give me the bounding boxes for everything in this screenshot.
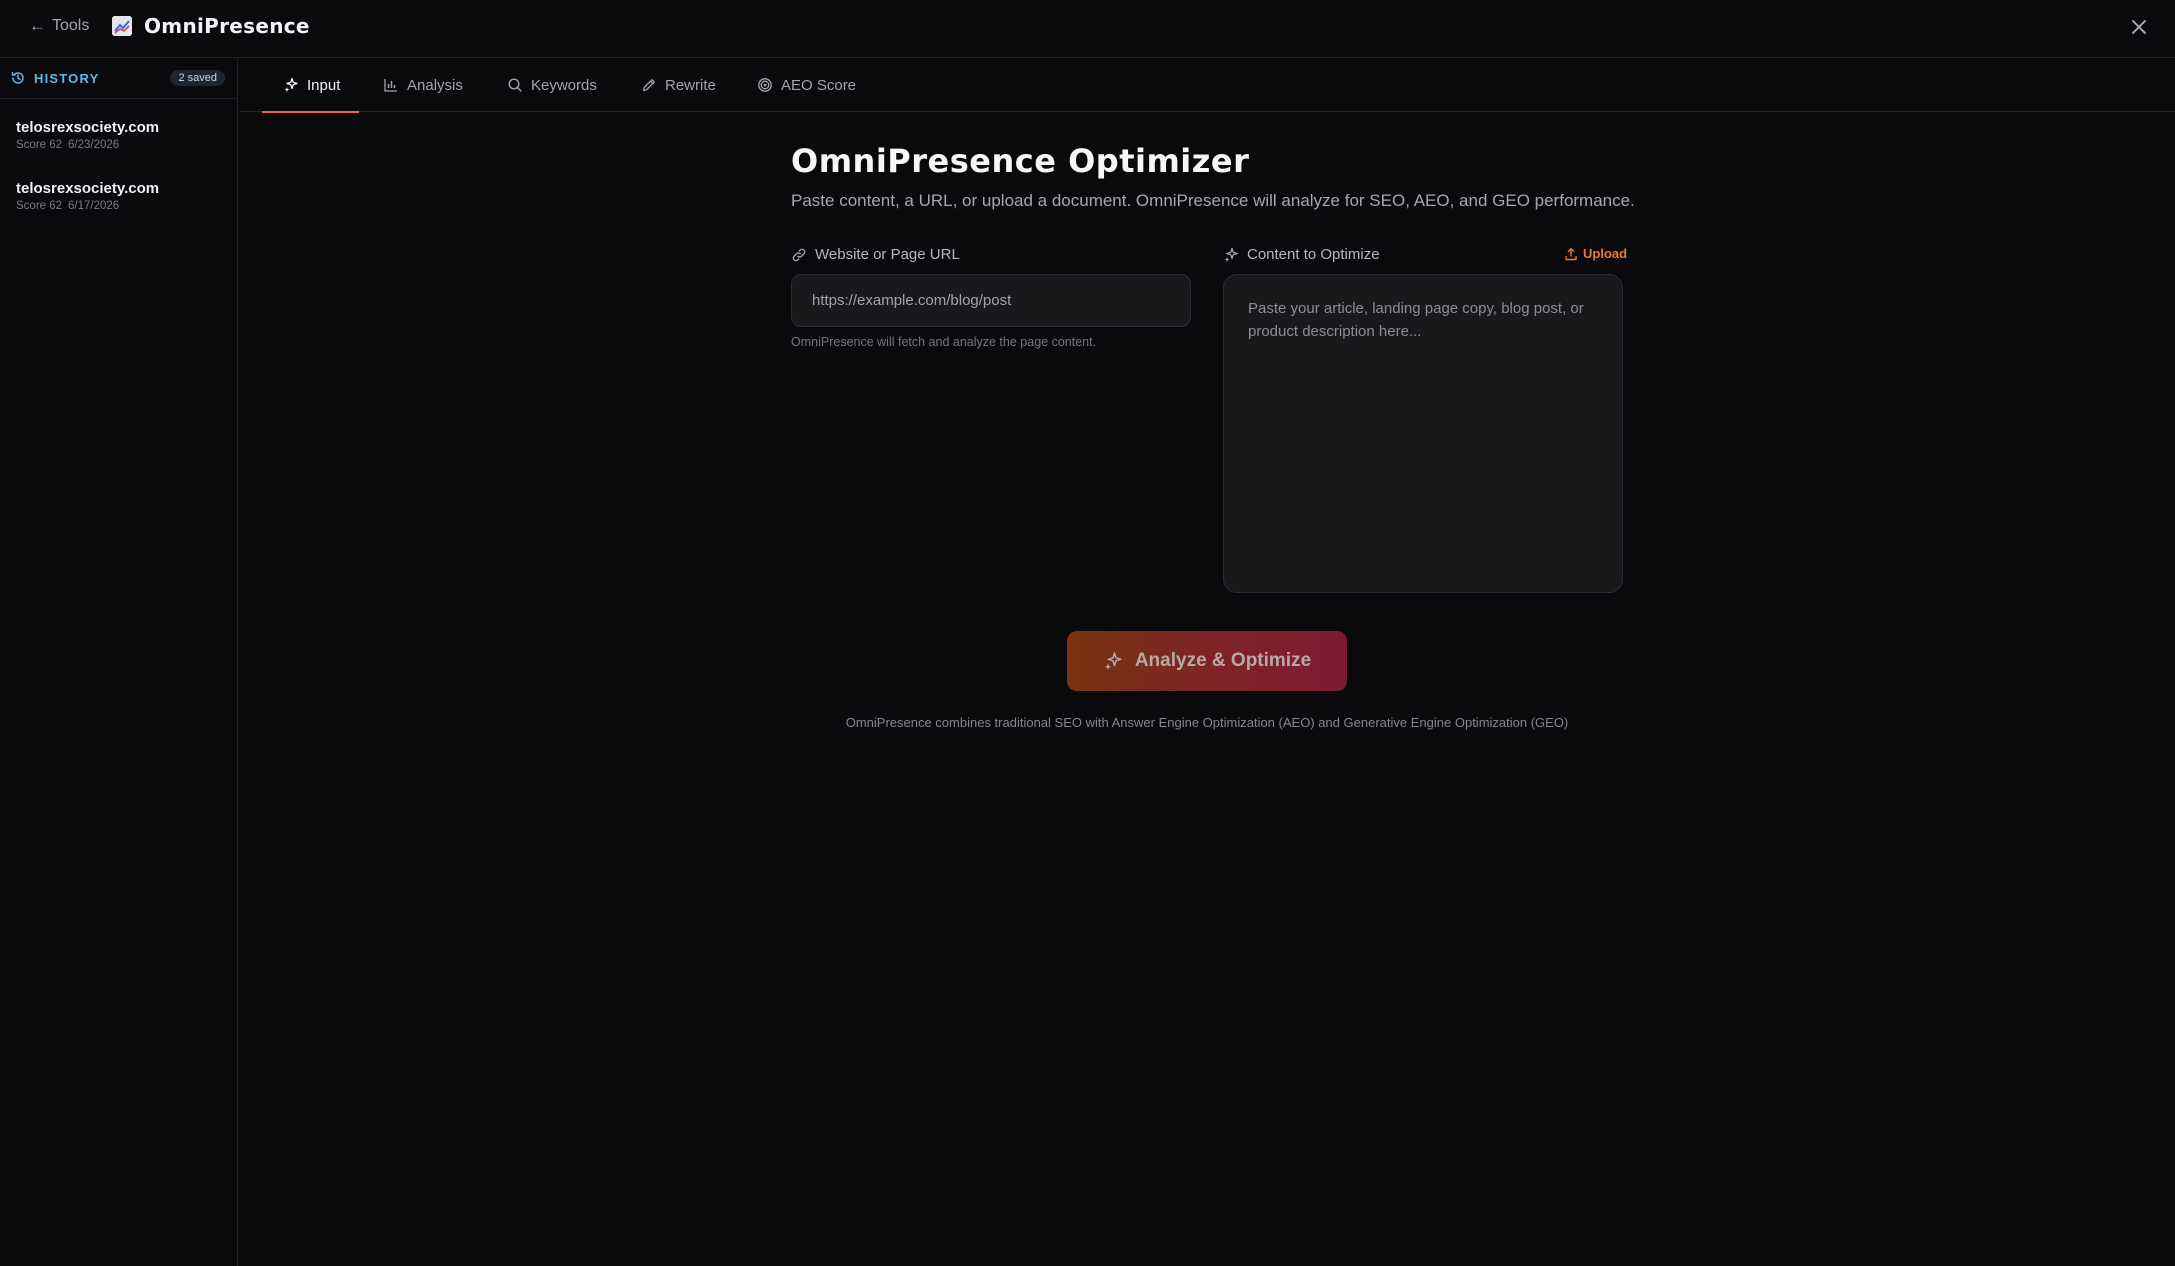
history-item-domain: telosrexsociety.com bbox=[16, 180, 160, 197]
chart-trend-icon bbox=[112, 16, 132, 36]
tab-label: AEO Score bbox=[781, 76, 857, 94]
close-icon[interactable] bbox=[2128, 16, 2150, 38]
back-to-tools-link[interactable]: ← Tools bbox=[29, 16, 89, 36]
saved-count-badge: 2 saved bbox=[170, 70, 225, 86]
back-link-label: Tools bbox=[52, 17, 90, 34]
pencil-icon bbox=[642, 79, 655, 92]
page-subtitle: Paste content, a URL, or upload a docume… bbox=[791, 191, 1635, 210]
history-item[interactable]: telosrexsociety.com Score 62 6/17/2026 bbox=[0, 180, 237, 212]
search-icon bbox=[508, 78, 522, 92]
tab-input[interactable]: Input bbox=[262, 58, 360, 113]
history-item-meta: Score 62 6/17/2026 bbox=[16, 200, 221, 212]
history-item[interactable]: telosrexsociety.com Score 62 6/23/2026 bbox=[0, 119, 237, 151]
history-item-score: Score 62 bbox=[16, 139, 63, 151]
tab-analysis[interactable]: Analysis bbox=[383, 58, 463, 112]
tab-label: Input bbox=[307, 76, 341, 94]
brand: OmniPresence bbox=[112, 14, 310, 38]
target-icon bbox=[758, 78, 772, 92]
history-item-domain: telosrexsociety.com bbox=[16, 119, 160, 136]
tab-aeo-score[interactable]: AEO Score bbox=[757, 58, 856, 112]
top-bar: ← Tools OmniPresence bbox=[0, 0, 2175, 58]
history-item-meta: Score 62 6/23/2026 bbox=[16, 139, 221, 151]
history-item-date: 6/23/2026 bbox=[68, 139, 120, 151]
tab-bar: Input Analysis Keywords Rewrite AEO Scor… bbox=[239, 58, 2175, 113]
tab-keywords[interactable]: Keywords bbox=[507, 58, 597, 112]
arrow-left-icon: ← bbox=[29, 16, 46, 35]
sparkles-icon bbox=[1104, 652, 1122, 670]
tab-label: Keywords bbox=[531, 76, 597, 94]
url-input[interactable] bbox=[791, 274, 1191, 327]
link-icon bbox=[792, 248, 806, 261]
history-sidebar: HISTORY 2 saved telosrexsociety.com Scor… bbox=[0, 58, 238, 1266]
upload-button[interactable]: Upload bbox=[1564, 246, 1627, 261]
bar-chart-icon bbox=[384, 79, 397, 92]
url-hint: OmniPresence will fetch and analyze the … bbox=[791, 335, 1097, 349]
sparkles-icon bbox=[284, 77, 298, 92]
analyze-optimize-button[interactable]: Analyze & Optimize bbox=[1067, 631, 1347, 691]
history-item-date: 6/17/2026 bbox=[68, 200, 120, 212]
content-label-text: Content to Optimize bbox=[1247, 246, 1380, 263]
url-label-text: Website or Page URL bbox=[815, 246, 960, 263]
history-title: HISTORY bbox=[34, 70, 100, 86]
content-textarea[interactable] bbox=[1223, 274, 1623, 593]
url-field-label: Website or Page URL bbox=[791, 246, 960, 263]
history-item-score: Score 62 bbox=[16, 200, 63, 212]
history-icon bbox=[11, 71, 24, 84]
history-header: HISTORY 2 saved bbox=[0, 58, 237, 99]
content-field-label: Content to Optimize bbox=[1223, 246, 1380, 263]
app-window: ← Tools OmniPresence HISTORY 2 saved tel… bbox=[0, 0, 2175, 1266]
footer-note: OmniPresence combines traditional SEO wi… bbox=[845, 715, 1569, 730]
page-title: OmniPresence Optimizer bbox=[791, 142, 1250, 180]
upload-label: Upload bbox=[1583, 246, 1628, 261]
app-name: OmniPresence bbox=[144, 14, 310, 38]
analyze-button-label: Analyze & Optimize bbox=[1134, 650, 1312, 671]
upload-icon bbox=[1565, 247, 1577, 260]
tab-label: Analysis bbox=[407, 76, 463, 94]
tab-label: Rewrite bbox=[665, 76, 716, 94]
sparkles-icon bbox=[1224, 247, 1238, 262]
tab-rewrite[interactable]: Rewrite bbox=[641, 58, 716, 112]
